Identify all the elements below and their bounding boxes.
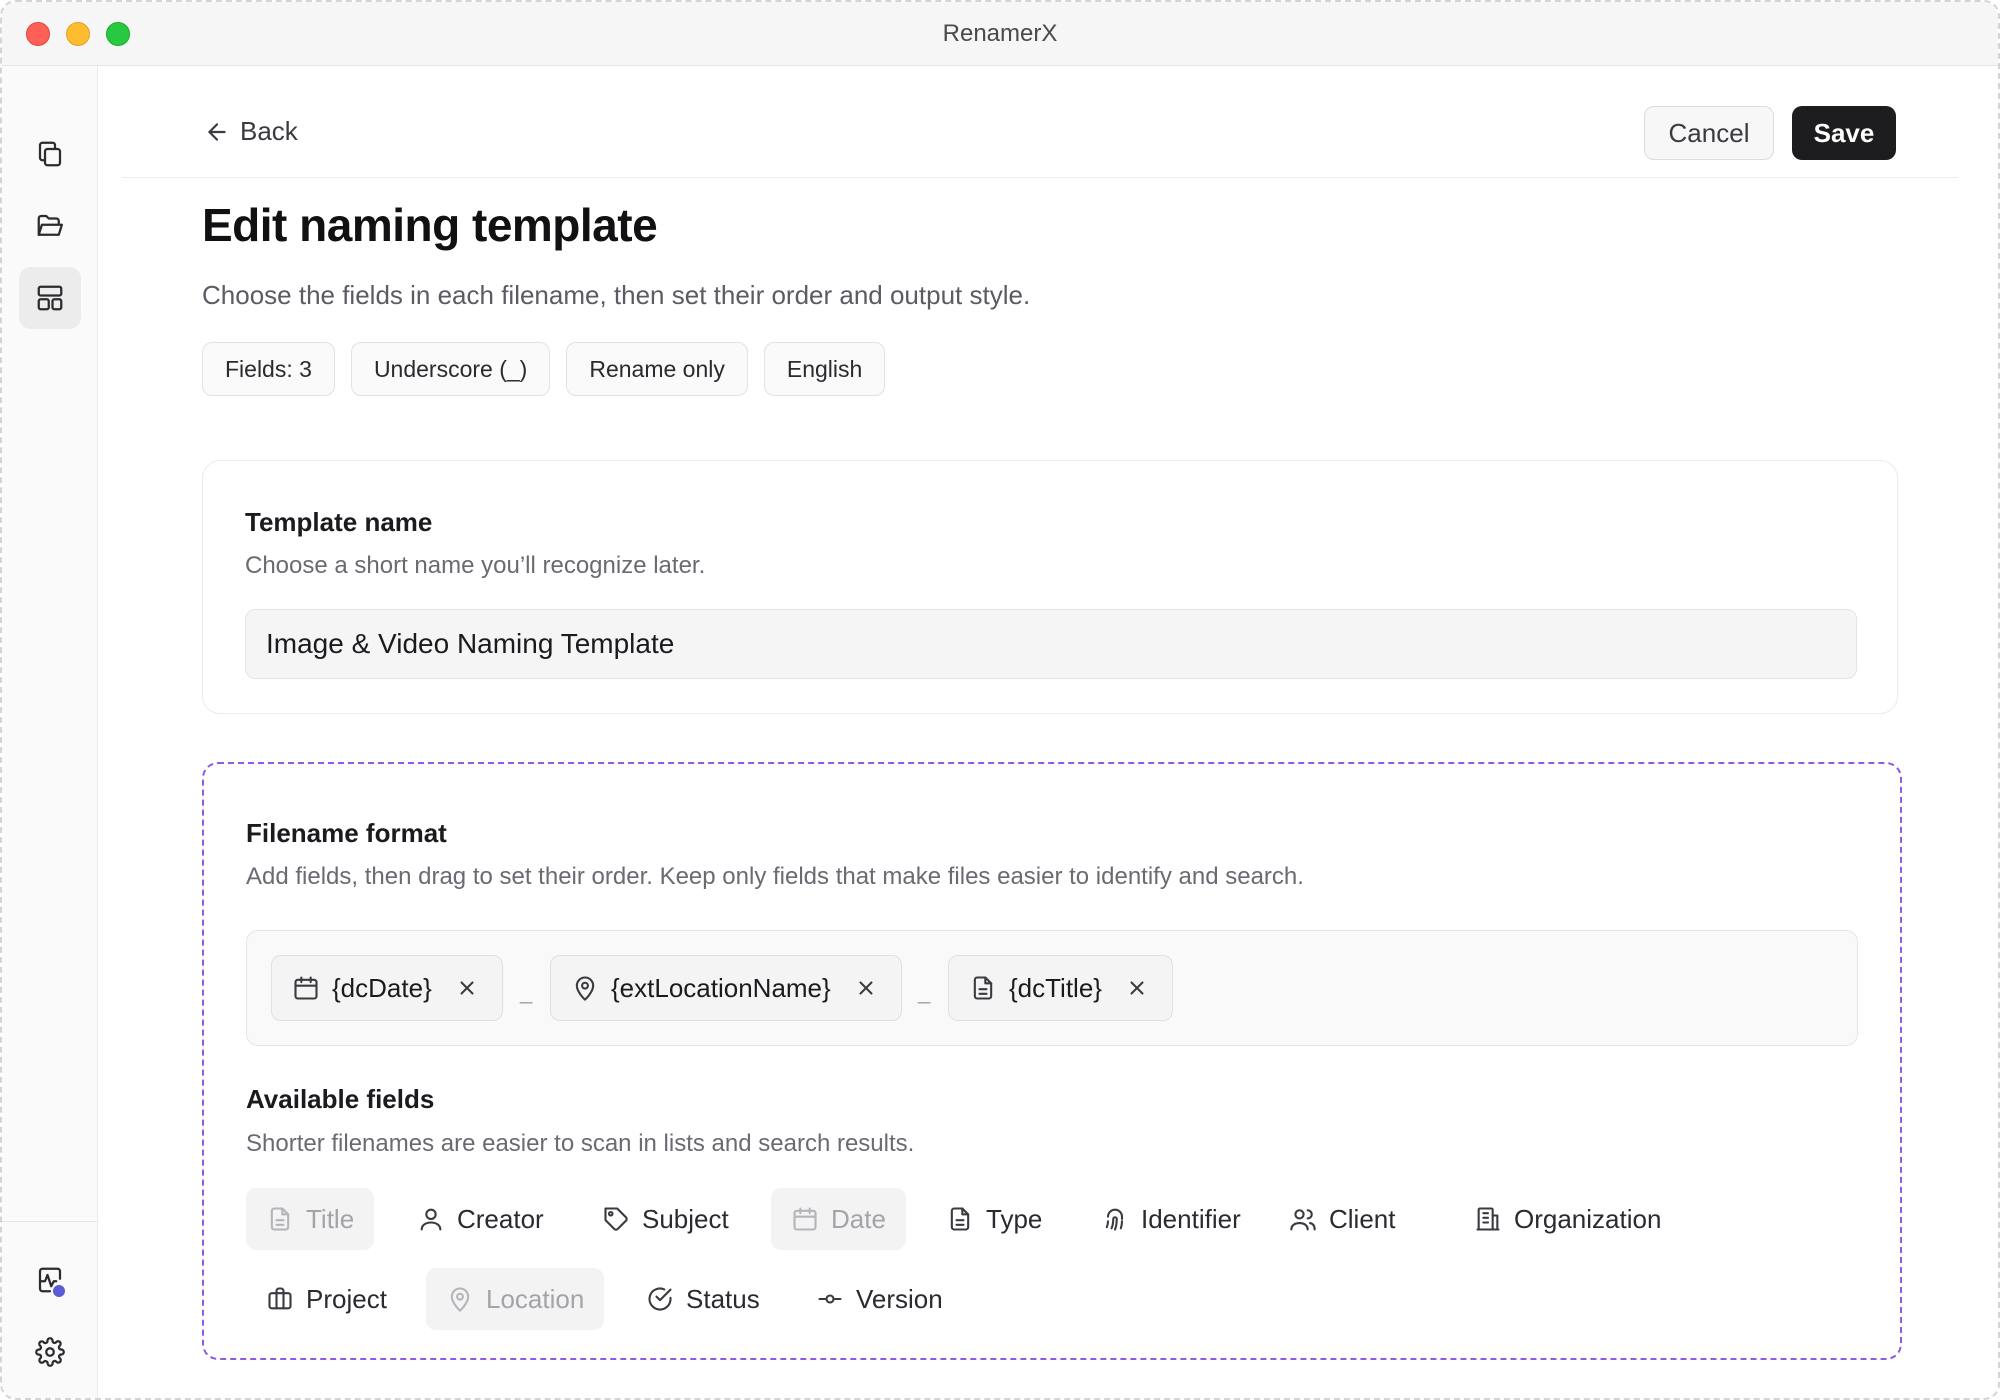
app-window: RenamerX Back Cancel Save Edit naming te… bbox=[0, 0, 2000, 1400]
page-title: Edit naming template bbox=[202, 199, 658, 251]
sidebar-item-templates[interactable] bbox=[19, 267, 81, 329]
field-label: Client bbox=[1329, 1203, 1396, 1234]
template-name-input[interactable] bbox=[245, 609, 1857, 679]
page-header: Back Cancel Save bbox=[122, 66, 1958, 178]
field-label: Location bbox=[486, 1283, 585, 1314]
sidebar-item-folders[interactable] bbox=[19, 195, 81, 257]
sidebar-item-activity[interactable] bbox=[19, 1249, 81, 1311]
remove-token-button[interactable] bbox=[1122, 973, 1152, 1003]
map-pin-icon bbox=[450, 1287, 470, 1312]
token-extlocationname[interactable]: {extLocationName} bbox=[550, 955, 902, 1021]
save-button[interactable]: Save bbox=[1792, 106, 1896, 160]
field-status[interactable]: Status bbox=[626, 1268, 780, 1330]
template-name-card: Template name Choose a short name you’ll… bbox=[202, 460, 1898, 714]
close-icon bbox=[859, 981, 873, 995]
gear-icon bbox=[35, 1337, 65, 1367]
field-type[interactable]: Type bbox=[926, 1188, 1062, 1250]
back-button[interactable]: Back bbox=[204, 116, 298, 147]
field-title[interactable]: Title bbox=[246, 1188, 375, 1250]
token-separator: _ bbox=[918, 979, 931, 1004]
filename-token-area[interactable]: {dcDate} _ {extLocationName} _ {dcTitle} bbox=[246, 930, 1858, 1046]
filename-format-card: Filename format Add fields, then drag to… bbox=[202, 762, 1902, 1360]
notification-dot bbox=[53, 1285, 65, 1297]
tag-icon bbox=[604, 1207, 628, 1231]
field-client[interactable]: Client bbox=[1269, 1188, 1415, 1250]
field-date[interactable]: Date bbox=[771, 1188, 906, 1250]
field-label: Status bbox=[686, 1283, 760, 1314]
close-icon bbox=[460, 981, 474, 995]
close-icon bbox=[1130, 981, 1144, 995]
field-version[interactable]: Version bbox=[796, 1268, 963, 1330]
remove-token-button[interactable] bbox=[851, 973, 881, 1003]
field-location[interactable]: Location bbox=[426, 1268, 605, 1330]
token-dcdate[interactable]: {dcDate} bbox=[271, 955, 503, 1021]
document-icon bbox=[973, 976, 993, 1000]
chip-fields-count[interactable]: Fields: 3 bbox=[202, 342, 335, 396]
filename-format-description: Add fields, then drag to set their order… bbox=[246, 863, 1304, 890]
user-icon bbox=[420, 1208, 442, 1231]
template-name-description: Choose a short name you’ll recognize lat… bbox=[245, 552, 706, 579]
token-label: {extLocationName} bbox=[611, 972, 831, 1003]
calendar-icon bbox=[793, 1207, 817, 1231]
map-pin-icon bbox=[575, 976, 595, 1001]
back-label: Back bbox=[240, 116, 298, 146]
document-icon bbox=[950, 1207, 970, 1231]
commit-icon bbox=[818, 1294, 842, 1304]
field-label: Organization bbox=[1514, 1203, 1662, 1234]
layout-template-icon bbox=[37, 285, 63, 311]
remove-token-button[interactable] bbox=[452, 973, 482, 1003]
chip-mode[interactable]: Rename only bbox=[566, 342, 748, 396]
sidebar-item-settings[interactable] bbox=[19, 1321, 81, 1383]
token-dctitle[interactable]: {dcTitle} bbox=[948, 955, 1173, 1021]
sidebar-item-files[interactable] bbox=[19, 123, 81, 185]
available-fields-title: Available fields bbox=[246, 1084, 435, 1114]
page-subtitle: Choose the fields in each filename, then… bbox=[202, 280, 1031, 310]
briefcase-icon bbox=[268, 1287, 292, 1310]
token-label: {dcDate} bbox=[332, 972, 432, 1003]
title-bar: RenamerX bbox=[2, 2, 1998, 66]
field-label: Project bbox=[306, 1283, 387, 1314]
field-identifier[interactable]: Identifier bbox=[1081, 1188, 1261, 1250]
field-label: Version bbox=[856, 1283, 943, 1314]
building-icon bbox=[1476, 1207, 1500, 1231]
field-subject[interactable]: Subject bbox=[582, 1188, 749, 1250]
sidebar bbox=[2, 66, 98, 1398]
arrow-left-icon bbox=[208, 122, 226, 141]
token-separator: _ bbox=[520, 979, 533, 1004]
copy-files-icon bbox=[38, 141, 62, 167]
check-circle-icon bbox=[648, 1287, 672, 1311]
field-label: Date bbox=[831, 1203, 886, 1234]
chip-language[interactable]: English bbox=[763, 342, 886, 396]
filename-format-title: Filename format bbox=[246, 818, 447, 848]
field-label: Title bbox=[306, 1203, 355, 1234]
template-name-title: Template name bbox=[245, 507, 433, 537]
fingerprint-icon bbox=[1105, 1208, 1124, 1231]
field-label: Creator bbox=[457, 1203, 544, 1234]
token-label: {dcTitle} bbox=[1009, 972, 1102, 1003]
field-project[interactable]: Project bbox=[246, 1268, 407, 1330]
field-label: Identifier bbox=[1141, 1203, 1241, 1234]
sidebar-divider bbox=[2, 1221, 98, 1222]
field-label: Type bbox=[986, 1203, 1043, 1234]
template-summary-chips: Fields: 3 Underscore (_) Rename only Eng… bbox=[202, 342, 886, 396]
document-icon bbox=[270, 1207, 290, 1231]
calendar-icon bbox=[294, 976, 318, 1000]
folder-open-icon bbox=[37, 214, 63, 236]
users-icon bbox=[1290, 1209, 1316, 1231]
window-title: RenamerX bbox=[942, 20, 1058, 47]
chip-separator[interactable]: Underscore (_) bbox=[350, 342, 551, 396]
field-organization[interactable]: Organization bbox=[1454, 1188, 1681, 1250]
field-label: Subject bbox=[642, 1203, 729, 1234]
cancel-button[interactable]: Cancel bbox=[1644, 106, 1774, 160]
available-fields-description: Shorter filenames are easier to scan in … bbox=[246, 1130, 915, 1157]
field-creator[interactable]: Creator bbox=[397, 1188, 564, 1250]
